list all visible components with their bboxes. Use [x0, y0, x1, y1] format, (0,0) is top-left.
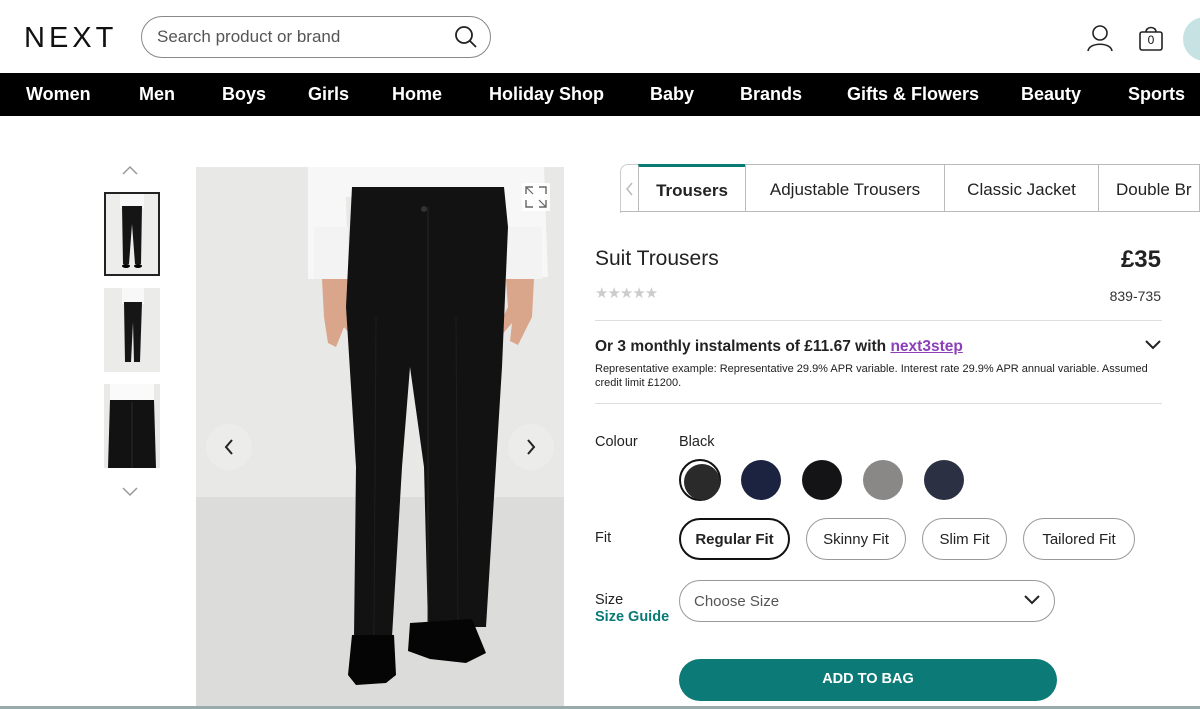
selected-colour-name: Black [679, 434, 715, 450]
tab-adjustable-trousers[interactable]: Adjustable Trousers [745, 164, 945, 212]
thumbnail-back-image [104, 384, 160, 468]
product-code: 839-735 [1109, 288, 1161, 304]
image-next-button[interactable] [508, 424, 554, 470]
next-logo[interactable]: NEXT [24, 22, 117, 55]
size-placeholder: Choose Size [694, 593, 780, 610]
size-label: Size [595, 592, 624, 608]
nav-item-beauty[interactable]: Beauty [1021, 84, 1081, 105]
representative-example: Representative example: Representative 2… [595, 363, 1148, 389]
tab-trousers[interactable]: Trousers [638, 164, 746, 212]
nav-item-brands[interactable]: Brands [740, 84, 802, 105]
swatch-grey[interactable] [862, 459, 904, 501]
rating-stars[interactable]: ★★★★★ [595, 284, 658, 302]
swatch-charcoal-navy[interactable] [923, 459, 965, 501]
fit-label: Fit [595, 530, 612, 546]
swatch-black-2[interactable] [801, 459, 843, 501]
image-prev-button[interactable] [206, 424, 252, 470]
chevron-left-icon [626, 182, 633, 196]
thumbnail-back[interactable] [104, 384, 160, 468]
swatch-fill [802, 460, 842, 500]
tabs-divider [620, 211, 1200, 212]
size-select[interactable]: Choose Size [679, 580, 1055, 622]
swatch-black[interactable] [679, 459, 721, 501]
swatch-fill [863, 460, 903, 500]
search-input[interactable] [155, 26, 449, 48]
site-header: NEXT 0 [0, 0, 1200, 73]
swatch-fill [684, 464, 720, 500]
tab-double-breasted[interactable]: Double Br [1098, 164, 1200, 212]
chevron-down-icon [1024, 595, 1040, 605]
add-to-bag-button[interactable]: ADD TO BAG [679, 659, 1057, 701]
nav-item-boys[interactable]: Boys [222, 84, 266, 105]
divider [595, 403, 1162, 404]
product-title: Suit Trousers [595, 247, 719, 270]
chevron-right-icon [527, 439, 536, 455]
swatch-navy[interactable] [740, 459, 782, 501]
thumbnail-side-image [104, 288, 160, 372]
fit-tailored-button[interactable]: Tailored Fit [1023, 518, 1135, 560]
bag-count: 0 [1147, 33, 1155, 47]
nav-item-men[interactable]: Men [139, 84, 175, 105]
tab-classic-jacket[interactable]: Classic Jacket [944, 164, 1099, 212]
nav-item-sports[interactable]: Sports [1128, 84, 1185, 105]
swatch-fill [741, 460, 781, 500]
nav-item-holiday-shop[interactable]: Holiday Shop [489, 84, 604, 105]
main-nav: Women Men Boys Girls Home Holiday Shop B… [0, 73, 1200, 116]
instalment-offer: Or 3 monthly instalments of £11.67 with … [595, 338, 963, 356]
instalment-text: Or 3 monthly instalments of £11.67 with [595, 338, 891, 355]
avatar[interactable] [1183, 17, 1200, 61]
account-icon[interactable] [1087, 24, 1113, 52]
chevron-down-icon[interactable] [1145, 340, 1161, 350]
search-icon[interactable] [454, 25, 478, 49]
nav-item-gifts-flowers[interactable]: Gifts & Flowers [847, 84, 979, 105]
thumbnail-front[interactable] [104, 192, 160, 276]
nav-item-women[interactable]: Women [26, 84, 91, 105]
thumbnail-up-arrow-icon[interactable] [122, 165, 138, 175]
colour-label: Colour [595, 434, 638, 450]
size-guide-link[interactable]: Size Guide [595, 609, 669, 625]
thumbnail-down-arrow-icon[interactable] [122, 487, 138, 497]
fit-regular-button[interactable]: Regular Fit [679, 518, 790, 560]
fit-slim-button[interactable]: Slim Fit [922, 518, 1007, 560]
swatch-fill [924, 460, 964, 500]
nav-item-home[interactable]: Home [392, 84, 442, 105]
fit-skinny-button[interactable]: Skinny Fit [806, 518, 906, 560]
divider [595, 320, 1162, 321]
next3step-link[interactable]: next3step [890, 338, 962, 355]
nav-item-girls[interactable]: Girls [308, 84, 349, 105]
nav-item-baby[interactable]: Baby [650, 84, 694, 105]
thumbnail-side[interactable] [104, 288, 160, 372]
product-price: £35 [1120, 246, 1161, 273]
chevron-left-icon [224, 439, 233, 455]
tabs-prev-button[interactable] [620, 164, 639, 213]
thumbnail-front-image [106, 194, 158, 274]
expand-image-icon[interactable] [522, 183, 550, 211]
search-box[interactable] [141, 16, 491, 58]
